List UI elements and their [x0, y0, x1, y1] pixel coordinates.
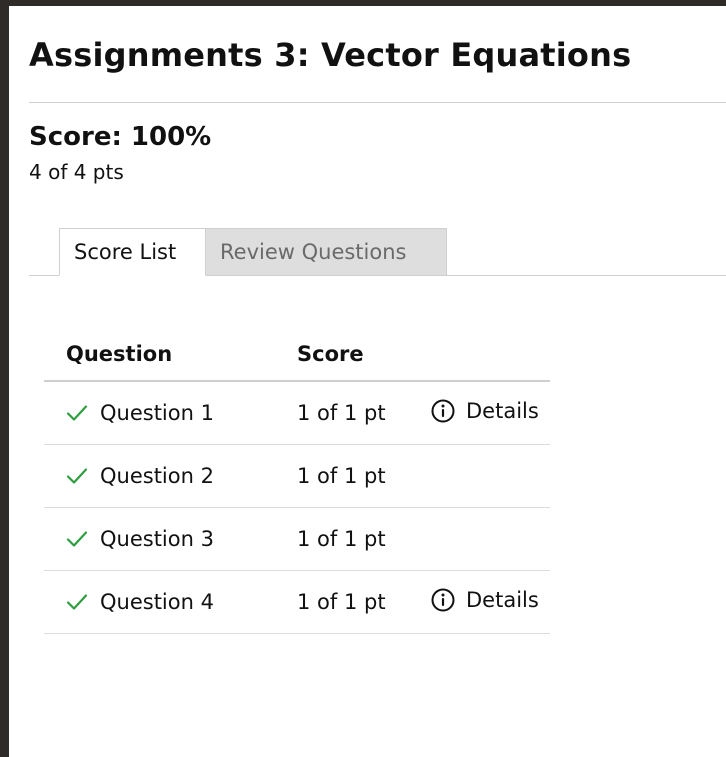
tab-score-list[interactable]: Score List [59, 228, 206, 276]
table-row: Question 1 1 of 1 pt Details [44, 381, 550, 445]
table-row: Question 3 1 of 1 pt [44, 507, 550, 571]
details-link[interactable]: Details [430, 398, 539, 424]
score-table: Question Score Question 1 1 of 1 pt Deta… [44, 328, 550, 634]
column-header-score: Score [297, 328, 430, 382]
question-cell: Question 3 [44, 507, 297, 571]
info-circle-icon [431, 588, 455, 611]
question-cell: Question 1 [44, 381, 297, 445]
details-cell [430, 444, 550, 508]
question-label: Question 3 [100, 527, 214, 551]
tab-review-questions[interactable]: Review Questions [206, 228, 447, 276]
details-label[interactable]: Details [466, 588, 539, 612]
score-heading: Score: 100% [29, 122, 212, 152]
score-cell: 1 of 1 pt [297, 381, 430, 445]
info-circle-icon [431, 399, 455, 422]
score-cell: 1 of 1 pt [297, 444, 430, 508]
details-link[interactable]: Details [430, 587, 539, 613]
score-points: 4 of 4 pts [29, 160, 124, 184]
table-row: Question 2 1 of 1 pt [44, 444, 550, 508]
check-icon [66, 594, 88, 610]
question-cell: Question 2 [44, 444, 297, 508]
score-cell: 1 of 1 pt [297, 570, 430, 634]
check-icon [66, 405, 88, 421]
table-header-row: Question Score [44, 328, 550, 382]
check-icon [66, 531, 88, 547]
tab-bar: Score List Review Questions [29, 228, 726, 276]
score-cell: 1 of 1 pt [297, 507, 430, 571]
title-divider [29, 102, 726, 103]
check-icon [66, 468, 88, 484]
details-cell: Details [430, 570, 550, 634]
question-cell: Question 4 [44, 570, 297, 634]
column-header-question: Question [44, 328, 297, 382]
details-cell: Details [430, 381, 550, 445]
table-row: Question 4 1 of 1 pt Details [44, 570, 550, 634]
question-label: Question 4 [100, 590, 214, 614]
question-label: Question 1 [100, 401, 214, 425]
details-cell [430, 507, 550, 571]
assignment-panel: Assignments 3: Vector Equations Score: 1… [9, 6, 726, 757]
page-title: Assignments 3: Vector Equations [29, 36, 632, 74]
question-label: Question 2 [100, 464, 214, 488]
details-label[interactable]: Details [466, 399, 539, 423]
column-header-details [430, 328, 550, 382]
